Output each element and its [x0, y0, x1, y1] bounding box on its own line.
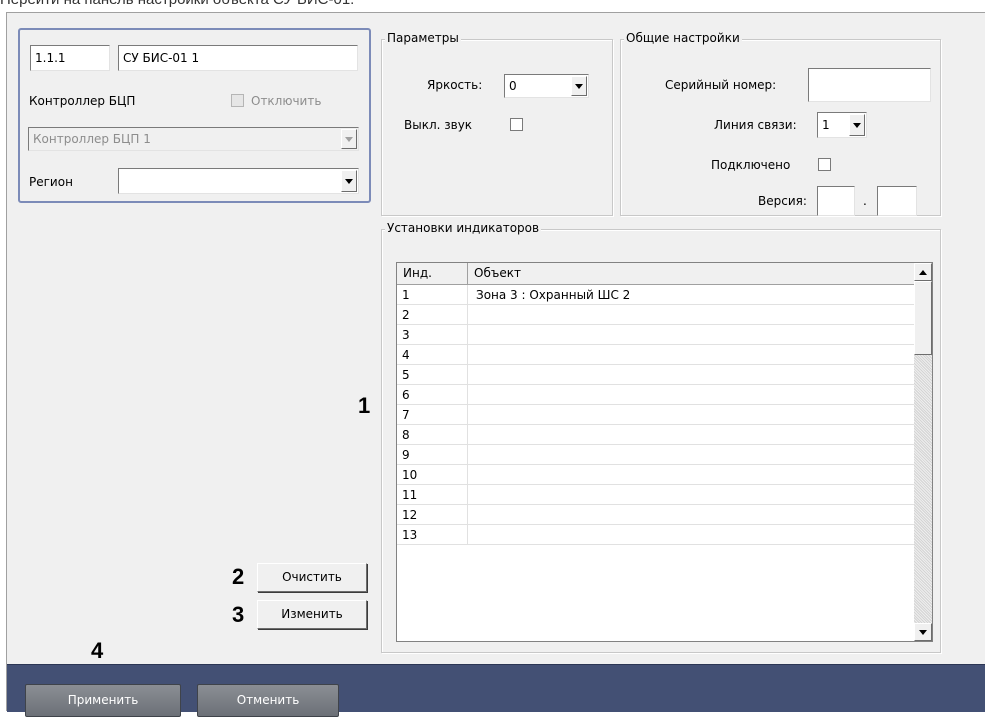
table-row[interactable]: 10: [397, 465, 914, 485]
row-ind-cell: 9: [397, 445, 468, 465]
controller-label: Контроллер БЦП: [29, 94, 136, 108]
chevron-down-icon[interactable]: [341, 170, 357, 192]
apply-button[interactable]: Применить: [25, 684, 181, 717]
row-ind-cell: 12: [397, 505, 468, 525]
version-minor-field[interactable]: [877, 186, 917, 216]
serial-field[interactable]: [808, 68, 931, 102]
device-name-field[interactable]: СУ БИС-01 1: [118, 45, 358, 71]
connected-label: Подключено: [711, 158, 791, 172]
table-row[interactable]: 5: [397, 365, 914, 385]
connected-checkbox[interactable]: [818, 158, 831, 171]
general-settings-group: Общие настройки Серийный номер: Линия св…: [620, 31, 941, 216]
marker-2: 2: [232, 564, 245, 589]
version-major-field[interactable]: [817, 186, 855, 216]
marker-1: 1: [358, 393, 371, 418]
table-row[interactable]: 12: [397, 505, 914, 525]
table-row[interactable]: 2: [397, 305, 914, 325]
row-ind-cell: 4: [397, 345, 468, 365]
row-object-cell[interactable]: [468, 345, 914, 365]
scroll-down-icon[interactable]: [914, 623, 932, 641]
chevron-down-icon[interactable]: [571, 76, 587, 96]
version-label: Версия:: [758, 194, 807, 208]
brightness-value: 0: [509, 79, 517, 93]
table-row[interactable]: 7: [397, 405, 914, 425]
column-header-object[interactable]: Объект: [468, 263, 914, 285]
table-row[interactable]: 13: [397, 525, 914, 545]
disable-label: Отключить: [251, 94, 322, 108]
table-row[interactable]: 3: [397, 325, 914, 345]
device-panel: 1.1.1 СУ БИС-01 1 Контроллер БЦП Отключи…: [18, 28, 371, 203]
table-row[interactable]: 6: [397, 385, 914, 405]
chevron-down-icon[interactable]: [849, 114, 865, 136]
parameters-group: Параметры Яркость: 0 Выкл. звук: [381, 31, 613, 216]
device-address-field[interactable]: 1.1.1: [30, 45, 110, 71]
mute-checkbox[interactable]: [510, 118, 523, 131]
row-object-cell[interactable]: [468, 405, 914, 425]
table-row[interactable]: 4: [397, 345, 914, 365]
row-ind-cell: 10: [397, 465, 468, 485]
change-button[interactable]: Изменить: [257, 600, 367, 629]
column-header-ind[interactable]: Инд.: [397, 263, 468, 285]
disable-checkbox[interactable]: [231, 94, 244, 107]
clear-button[interactable]: Очистить: [257, 563, 367, 592]
row-object-cell[interactable]: [468, 485, 914, 505]
table-scrollbar[interactable]: [914, 263, 932, 641]
table-row[interactable]: 1 Зона 3 : Охранный ШС 2: [397, 285, 914, 305]
row-object-cell[interactable]: [468, 505, 914, 525]
region-select[interactable]: [118, 168, 359, 194]
row-object-cell[interactable]: [468, 365, 914, 385]
brightness-label: Яркость:: [427, 78, 483, 92]
region-label: Регион: [29, 175, 73, 189]
row-object-cell[interactable]: Зона 3 : Охранный ШС 2: [468, 285, 914, 305]
line-select[interactable]: 1: [817, 112, 867, 138]
footer-bar: Применить Отменить: [7, 664, 985, 717]
row-ind-cell: 13: [397, 525, 468, 545]
brightness-select[interactable]: 0: [504, 74, 589, 98]
parameters-title: Параметры: [385, 31, 461, 45]
line-label: Линия связи:: [714, 118, 797, 132]
version-separator: .: [863, 194, 867, 208]
table-row[interactable]: 8: [397, 425, 914, 445]
table-row[interactable]: 9: [397, 445, 914, 465]
row-object-cell[interactable]: [468, 385, 914, 405]
row-ind-cell: 3: [397, 325, 468, 345]
general-settings-title: Общие настройки: [624, 31, 742, 45]
row-ind-cell: 2: [397, 305, 468, 325]
table-row[interactable]: 11: [397, 485, 914, 505]
indicators-title: Установки индикаторов: [385, 221, 542, 235]
row-object-cell[interactable]: [468, 425, 914, 445]
table-header: Инд. Объект: [397, 263, 914, 285]
marker-3: 3: [232, 602, 245, 627]
row-ind-cell: 7: [397, 405, 468, 425]
row-object-cell[interactable]: [468, 525, 914, 545]
row-ind-cell: 6: [397, 385, 468, 405]
row-object-cell[interactable]: [468, 305, 914, 325]
cancel-button[interactable]: Отменить: [197, 684, 339, 717]
scrollbar-thumb[interactable]: [914, 281, 932, 355]
chevron-down-icon[interactable]: [341, 129, 357, 149]
row-ind-cell: 1: [397, 285, 468, 305]
settings-window: 1.1.1 СУ БИС-01 1 Контроллер БЦП Отключи…: [6, 12, 985, 717]
row-ind-cell: 8: [397, 425, 468, 445]
row-object-cell[interactable]: [468, 445, 914, 465]
line-value: 1: [822, 118, 830, 132]
document-caption: Перейти на панель настройки объекта СУ Б…: [0, 0, 985, 11]
mute-label: Выкл. звук: [404, 118, 473, 132]
row-ind-cell: 5: [397, 365, 468, 385]
controller-select[interactable]: Контроллер БЦП 1: [28, 127, 359, 151]
scroll-up-icon[interactable]: [914, 263, 932, 281]
marker-4: 4: [91, 638, 104, 663]
row-object-cell[interactable]: [468, 325, 914, 345]
indicators-table: Инд. Объект 1 Зона 3 : Охранный ШС 223456…: [396, 262, 933, 642]
controller-select-value: Контроллер БЦП 1: [33, 132, 151, 146]
row-object-cell[interactable]: [468, 465, 914, 485]
row-ind-cell: 11: [397, 485, 468, 505]
serial-label: Серийный номер:: [665, 78, 777, 92]
